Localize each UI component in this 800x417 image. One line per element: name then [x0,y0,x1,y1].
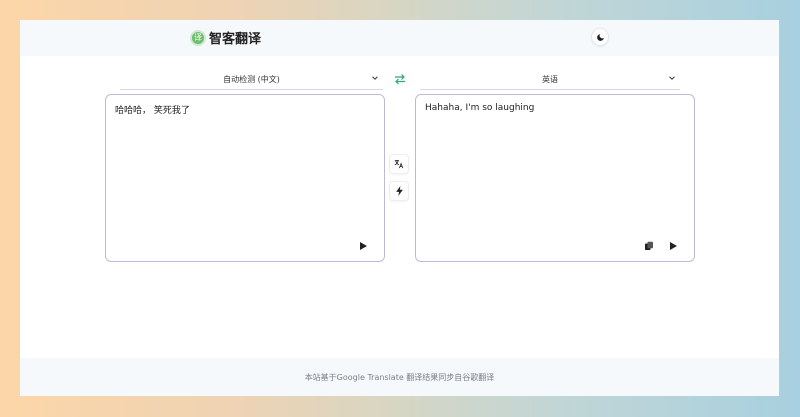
target-text-panel: Hahaha, I'm so laughing [415,94,695,262]
footer-text: 本站基于Google Translate 翻译结果同步自谷歌翻译 [304,372,495,382]
target-language-label: 英语 [542,75,558,84]
source-text-panel[interactable]: 哈哈哈， 笑死我了 [105,94,385,262]
app-window: 译 智客翻译 自动检测 (中文) 英语 哈哈哈， 笑死我了 Hahaha, I'… [20,20,779,396]
source-textarea[interactable]: 哈哈哈， 笑死我了 [115,103,190,116]
footer: 本站基于Google Translate 翻译结果同步自谷歌翻译 [20,358,779,396]
theme-toggle-button[interactable] [591,28,609,46]
translated-text: Hahaha, I'm so laughing [425,103,535,113]
lightning-icon [395,186,403,196]
swap-languages-icon[interactable] [394,73,406,85]
source-language-select[interactable]: 自动检测 (中文) [120,70,383,90]
translate-icon [394,159,404,169]
chevron-down-icon [372,76,378,80]
chevron-down-icon [669,76,675,80]
play-icon[interactable] [668,241,678,251]
translate-button[interactable] [389,154,409,174]
moon-icon [596,33,604,41]
source-language-label: 自动检测 (中文) [223,75,280,84]
site-name: 智客翻译 [209,32,262,47]
play-icon[interactable] [358,241,368,251]
copy-icon[interactable] [644,241,654,251]
quick-translate-button[interactable] [389,181,409,201]
logo-icon: 译 [190,29,206,46]
target-language-select[interactable]: 英语 [420,70,680,90]
header: 译 智客翻译 [20,20,779,56]
logo[interactable]: 译 智客翻译 [190,28,261,47]
